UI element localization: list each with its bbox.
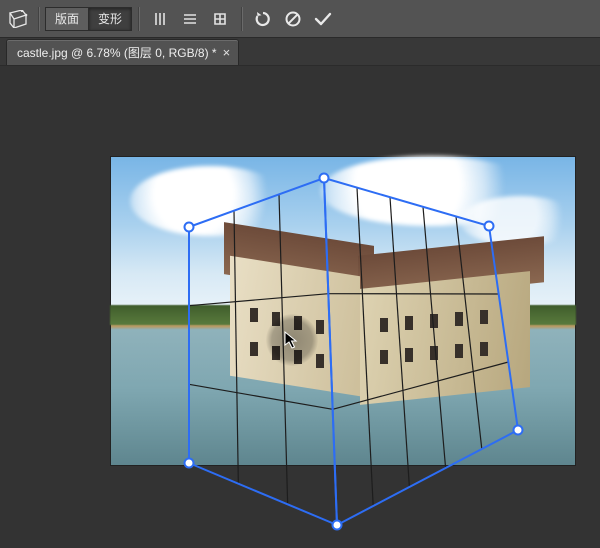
canvas-area[interactable] (0, 66, 600, 548)
mode-toggle: 版面 变形 (45, 7, 132, 31)
separator (38, 7, 39, 31)
separator (138, 7, 139, 31)
cursor-indicator (266, 314, 318, 366)
warp-handle[interactable] (319, 173, 330, 184)
straighten-horizontal-icon[interactable] (175, 0, 205, 38)
close-icon[interactable]: × (223, 46, 231, 59)
document-tab[interactable]: castle.jpg @ 6.78% (图层 0, RGB/8) * × (6, 39, 239, 65)
reset-icon[interactable] (248, 0, 278, 38)
warp-handle[interactable] (484, 221, 495, 232)
warp-handle[interactable] (513, 425, 524, 436)
mode-warp-button[interactable]: 变形 (89, 8, 131, 30)
warp-handle[interactable] (184, 458, 195, 469)
document-tab-label: castle.jpg @ 6.78% (图层 0, RGB/8) * (17, 44, 217, 61)
document-tab-bar: castle.jpg @ 6.78% (图层 0, RGB/8) * × (0, 38, 600, 66)
cursor-arrow-icon (282, 330, 302, 350)
mode-layout-button[interactable]: 版面 (46, 8, 89, 30)
cancel-icon[interactable] (278, 0, 308, 38)
warp-handle[interactable] (184, 222, 195, 233)
perspective-warp-tool-icon (6, 10, 30, 28)
options-bar: 版面 变形 (0, 0, 600, 38)
warp-handle[interactable] (332, 520, 343, 531)
separator (241, 7, 242, 31)
commit-icon[interactable] (308, 0, 338, 38)
straighten-vertical-icon[interactable] (145, 0, 175, 38)
straighten-both-icon[interactable] (205, 0, 235, 38)
